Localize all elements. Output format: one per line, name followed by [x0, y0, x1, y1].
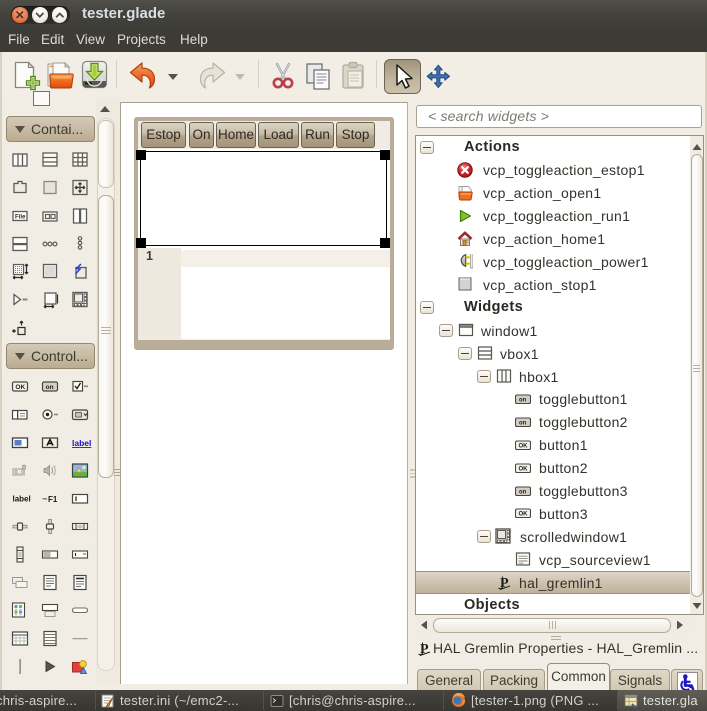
- svg-text:on: on: [519, 398, 527, 404]
- svg-text:F1: F1: [48, 495, 58, 504]
- svg-text:on: on: [519, 420, 527, 426]
- svg-text:OK: OK: [15, 384, 25, 391]
- svg-text:0..: 0..: [15, 470, 22, 476]
- svg-text:label: label: [72, 438, 91, 448]
- svg-text:OK: OK: [519, 466, 529, 472]
- svg-text:File: File: [15, 215, 26, 221]
- svg-text:OK: OK: [519, 443, 529, 449]
- svg-text:OK: OK: [519, 512, 529, 518]
- svg-text:on: on: [46, 384, 54, 391]
- svg-text:on: on: [519, 489, 527, 495]
- svg-text:label: label: [13, 495, 31, 504]
